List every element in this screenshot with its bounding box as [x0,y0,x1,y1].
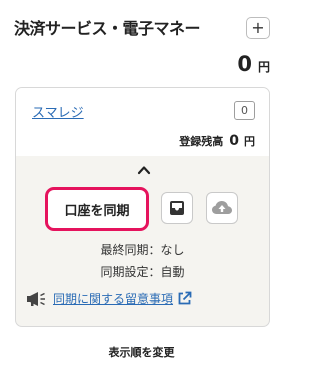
cloud-upload-icon [212,201,232,214]
section-title: 決済サービス・電子マネー [14,19,201,38]
sync-notice-link[interactable]: 同期に関する留意事項 [53,290,173,307]
balance-label: 登録残高 [179,135,224,148]
balance-unit: 円 [244,135,255,148]
upload-button[interactable] [206,192,238,224]
account-name-link[interactable]: スマレジ [32,102,84,121]
account-card: スマレジ 0 登録残高 0 円 口座を同期 最終同期：なし 同期設定：自動 同期… [15,87,270,327]
external-link-icon[interactable] [177,291,192,306]
inbox-button[interactable] [161,192,193,224]
chevron-up-icon[interactable] [137,164,151,176]
section-total-amount: 0 [237,52,252,76]
count-badge: 0 [234,101,255,120]
change-display-order-link[interactable]: 表示順を変更 [0,344,283,360]
section-total-unit: 円 [257,60,270,74]
sync-account-button-label: 口座を同期 [64,203,130,219]
inbox-icon [170,201,184,215]
account-card-header: スマレジ 0 登録残高 0 円 [16,88,269,156]
section-total: 0 円 [237,52,270,76]
balance-amount: 0 [229,133,239,149]
sync-notice: 同期に関する留意事項 [26,290,192,307]
sync-setting-status: 同期設定：自動 [100,265,185,279]
plus-icon: + [251,18,265,37]
registered-balance: 登録残高 0 円 [179,133,255,149]
last-sync-status: 最終同期：なし [100,243,185,257]
sync-account-button[interactable]: 口座を同期 [45,187,149,231]
add-account-button[interactable]: + [246,17,270,39]
megaphone-icon [27,291,45,306]
